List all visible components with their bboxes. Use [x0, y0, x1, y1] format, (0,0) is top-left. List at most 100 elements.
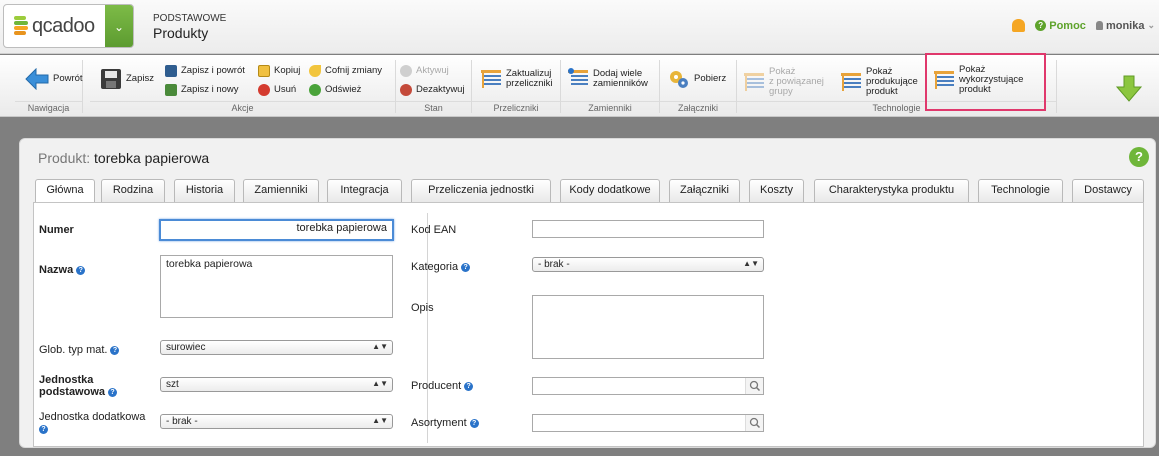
deactivate-button[interactable]: Dezaktywuj — [400, 84, 465, 96]
category-select[interactable]: - brak - ▲▼ — [532, 257, 764, 272]
top-bar: qcadoo ⌄ PODSTAWOWE Produkty ? Pomoc mon… — [0, 0, 1159, 54]
tab-integration[interactable]: Integracja — [327, 179, 402, 202]
save-label: Zapisz — [126, 73, 154, 84]
download-button[interactable]: Pobierz — [668, 68, 726, 90]
save-and-back-button[interactable]: Zapisz i powrót — [165, 65, 245, 77]
tab-technologies[interactable]: Technologie — [978, 179, 1063, 202]
back-button[interactable]: Powrót — [25, 68, 83, 90]
tab-family[interactable]: Rodzina — [101, 179, 165, 202]
group-label-state: Stan — [396, 101, 471, 113]
update-converters-button[interactable]: Zaktualizuj przeliczniki — [480, 68, 552, 90]
floppy-disk-icon — [101, 69, 121, 89]
help-icon: ? — [1035, 20, 1047, 31]
show-group-label-3: grupy — [769, 86, 793, 97]
info-icon: ? — [108, 387, 118, 397]
glob-type-value: surowiec — [166, 342, 206, 353]
show-from-group-button[interactable]: Pokaż z powiązanej grupy — [743, 67, 824, 97]
panel-title-prefix: Produkt: — [38, 150, 91, 166]
group-label-navigation: Nawigacja — [15, 101, 82, 113]
group-label-converters: Przeliczniki — [472, 101, 560, 113]
tab-additional-codes[interactable]: Kody dodatkowe — [560, 179, 660, 202]
producer-label-text: Producent — [411, 380, 462, 392]
bell-icon[interactable] — [1012, 19, 1026, 32]
user-name: monika — [1105, 19, 1145, 32]
tab-history[interactable]: Historia — [174, 179, 235, 202]
category-label: Kategoria? — [411, 261, 471, 273]
deactivate-icon — [400, 84, 412, 96]
panel-title: Produkt: torebka papierowa — [38, 150, 209, 166]
info-icon: ? — [464, 381, 474, 391]
additional-unit-value: - brak - — [166, 416, 198, 427]
ribbon-group-state: Aktywuj Dezaktywuj Stan — [396, 60, 472, 113]
producer-lookup-input[interactable] — [532, 377, 764, 395]
glob-type-select[interactable]: surowiec ▲▼ — [160, 340, 393, 355]
help-link[interactable]: ? Pomoc — [1035, 20, 1086, 32]
tab-unit-conversions[interactable]: Przeliczenia jednostki — [411, 179, 551, 202]
arrow-down-icon[interactable] — [1115, 75, 1143, 103]
tab-substitutes[interactable]: Zamienniki — [243, 179, 319, 202]
ribbon-group-substitutes: Dodaj wiele zamienników Zamienniki — [561, 60, 660, 113]
save-new-label: Zapisz i nowy — [181, 84, 239, 95]
save-back-icon — [165, 65, 177, 77]
producer-label: Producent? — [411, 380, 474, 392]
description-label: Opis — [411, 302, 434, 314]
tab-main[interactable]: Główna — [35, 179, 95, 203]
assortment-lookup-input[interactable] — [532, 414, 764, 432]
additional-unit-label-text: Jednostka dodatkowa — [39, 411, 146, 423]
undo-changes-button[interactable]: Cofnij zmiany — [309, 65, 382, 77]
add-substitutes-button[interactable]: Dodaj wiele zamienników — [567, 68, 648, 90]
category-value: - brak - — [538, 259, 570, 270]
list-grid-icon — [841, 73, 861, 91]
search-icon[interactable] — [745, 415, 763, 431]
show-producing-button[interactable]: Pokaż produkujące produkt — [840, 67, 918, 97]
ribbon-group-navigation: Powrót Nawigacja — [15, 60, 83, 113]
tab-attachments[interactable]: Załączniki — [669, 179, 740, 202]
column-divider — [427, 213, 428, 443]
info-icon: ? — [469, 418, 479, 428]
copy-label: Kopiuj — [274, 65, 301, 76]
tab-product-characteristics[interactable]: Charakterystyka produktu — [814, 179, 969, 202]
tab-costs[interactable]: Koszty — [749, 179, 804, 202]
activate-button[interactable]: Aktywuj — [400, 65, 449, 77]
delete-button[interactable]: Usuń — [258, 84, 296, 96]
tab-suppliers[interactable]: Dostawcy — [1072, 179, 1144, 202]
activate-label: Aktywuj — [416, 65, 449, 76]
user-menu[interactable]: monika ⌄ — [1095, 19, 1155, 32]
base-unit-label-1: Jednostka — [39, 374, 94, 386]
list-add-icon — [568, 68, 588, 85]
description-textarea[interactable] — [532, 295, 764, 359]
ribbon-group-attachments: Pobierz Załączniki — [660, 60, 737, 113]
top-right-tools: ? Pomoc monika ⌄ — [1012, 19, 1155, 32]
select-arrows-icon: ▲▼ — [743, 259, 759, 268]
name-textarea[interactable]: torebka papierowa — [160, 255, 393, 318]
menu-toggle-chevron-icon[interactable]: ⌄ — [105, 5, 133, 47]
ean-label: Kod EAN — [411, 224, 457, 236]
list-grid-icon — [744, 73, 764, 91]
save-and-new-button[interactable]: Zapisz i nowy — [165, 84, 239, 96]
refresh-label: Odśwież — [325, 84, 362, 95]
refresh-icon — [309, 84, 321, 96]
save-button[interactable]: Zapisz — [100, 68, 154, 90]
info-icon: ? — [76, 265, 86, 275]
logo[interactable]: qcadoo ⌄ — [3, 4, 134, 48]
copy-icon — [258, 65, 270, 77]
search-icon[interactable] — [745, 378, 763, 394]
help-icon[interactable]: ? — [1129, 147, 1149, 167]
save-new-icon — [165, 84, 177, 96]
group-label-actions: Akcje — [90, 101, 395, 113]
number-input[interactable]: torebka papierowa — [159, 219, 394, 241]
name-label: Nazwa? — [39, 264, 86, 276]
assortment-label: Asortyment? — [411, 417, 479, 429]
ribbon-group-converters: Zaktualizuj przeliczniki Przeliczniki — [472, 60, 561, 113]
copy-button[interactable]: Kopiuj — [258, 65, 300, 77]
ean-input[interactable] — [532, 220, 764, 238]
category-label-text: Kategoria — [411, 261, 459, 273]
page-title: Produkty — [153, 25, 209, 41]
gears-icon — [670, 71, 688, 88]
base-unit-select[interactable]: szt ▲▼ — [160, 377, 393, 392]
update-converters-label-2: przeliczniki — [506, 78, 553, 89]
additional-unit-select[interactable]: - brak - ▲▼ — [160, 414, 393, 429]
undo-label: Cofnij zmiany — [325, 65, 383, 76]
refresh-button[interactable]: Odśwież — [309, 84, 361, 96]
assortment-label-text: Asortyment — [411, 417, 467, 429]
